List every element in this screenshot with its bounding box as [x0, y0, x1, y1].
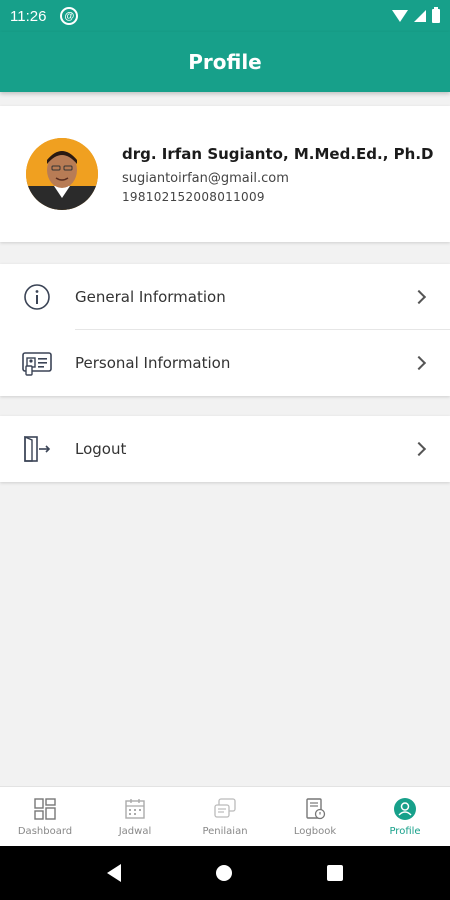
- avatar: [26, 138, 98, 210]
- profile-icon: [392, 796, 418, 822]
- profile-email: sugiantoirfan@gmail.com: [122, 170, 289, 186]
- battery-icon: [432, 7, 440, 23]
- nav-item-profile[interactable]: Profile: [360, 787, 450, 846]
- page-title: Profile: [188, 50, 262, 74]
- app-bar: Profile: [0, 32, 450, 92]
- menu-item-personal-information[interactable]: Personal Information: [0, 330, 450, 396]
- menu-label-logout: Logout: [75, 440, 127, 458]
- bottom-nav: Dashboard Jadwal Penilaian Logbook Profi…: [0, 786, 450, 846]
- home-icon[interactable]: [215, 865, 232, 881]
- menu-item-general-information[interactable]: General Information: [0, 264, 450, 330]
- system-nav-bar: [0, 846, 450, 900]
- profile-id-number: 198102152008011009: [122, 189, 265, 204]
- menu-label-personal-information: Personal Information: [75, 354, 231, 372]
- nav-label-logbook: Logbook: [293, 826, 337, 837]
- nav-item-penilaian[interactable]: Penilaian: [180, 787, 270, 846]
- nav-label-profile: Profile: [389, 826, 421, 837]
- recent-apps-icon[interactable]: [326, 865, 343, 881]
- logout-menu-group: Logout: [0, 416, 450, 482]
- id-card-icon: [22, 348, 52, 378]
- logbook-icon: [302, 796, 328, 822]
- status-time: 11:26: [10, 7, 47, 25]
- assessment-icon: [212, 796, 238, 822]
- status-indicators: [392, 7, 440, 23]
- nav-label-penilaian: Penilaian: [202, 826, 248, 837]
- menu-label-general-information: General Information: [75, 288, 226, 306]
- profile-card: drg. Irfan Sugianto, M.Med.Ed., Ph.D sug…: [0, 106, 450, 242]
- nav-label-jadwal: Jadwal: [118, 826, 152, 837]
- at-sign-icon: @: [60, 7, 79, 25]
- info-icon: [22, 282, 52, 312]
- logout-icon: [22, 434, 52, 464]
- chevron-right-icon: [411, 355, 427, 371]
- dashboard-icon: [32, 796, 58, 822]
- avatar-photo: [26, 138, 98, 210]
- nav-item-dashboard[interactable]: Dashboard: [0, 787, 90, 846]
- signal-icon: [414, 10, 426, 22]
- nav-item-jadwal[interactable]: Jadwal: [90, 787, 180, 846]
- info-menu-group: General Information Personal Information: [0, 264, 450, 396]
- wifi-icon: [392, 10, 408, 22]
- nav-label-dashboard: Dashboard: [17, 826, 73, 837]
- profile-info: drg. Irfan Sugianto, M.Med.Ed., Ph.D sug…: [122, 145, 433, 204]
- calendar-icon: [122, 796, 148, 822]
- status-bar: 11:26 @: [0, 0, 450, 32]
- nav-item-logbook[interactable]: Logbook: [270, 787, 360, 846]
- back-icon[interactable]: [107, 864, 122, 882]
- menu-item-logout[interactable]: Logout: [0, 416, 450, 482]
- profile-name: drg. Irfan Sugianto, M.Med.Ed., Ph.D: [122, 144, 434, 163]
- chevron-right-icon: [411, 289, 427, 305]
- chevron-right-icon: [411, 441, 427, 457]
